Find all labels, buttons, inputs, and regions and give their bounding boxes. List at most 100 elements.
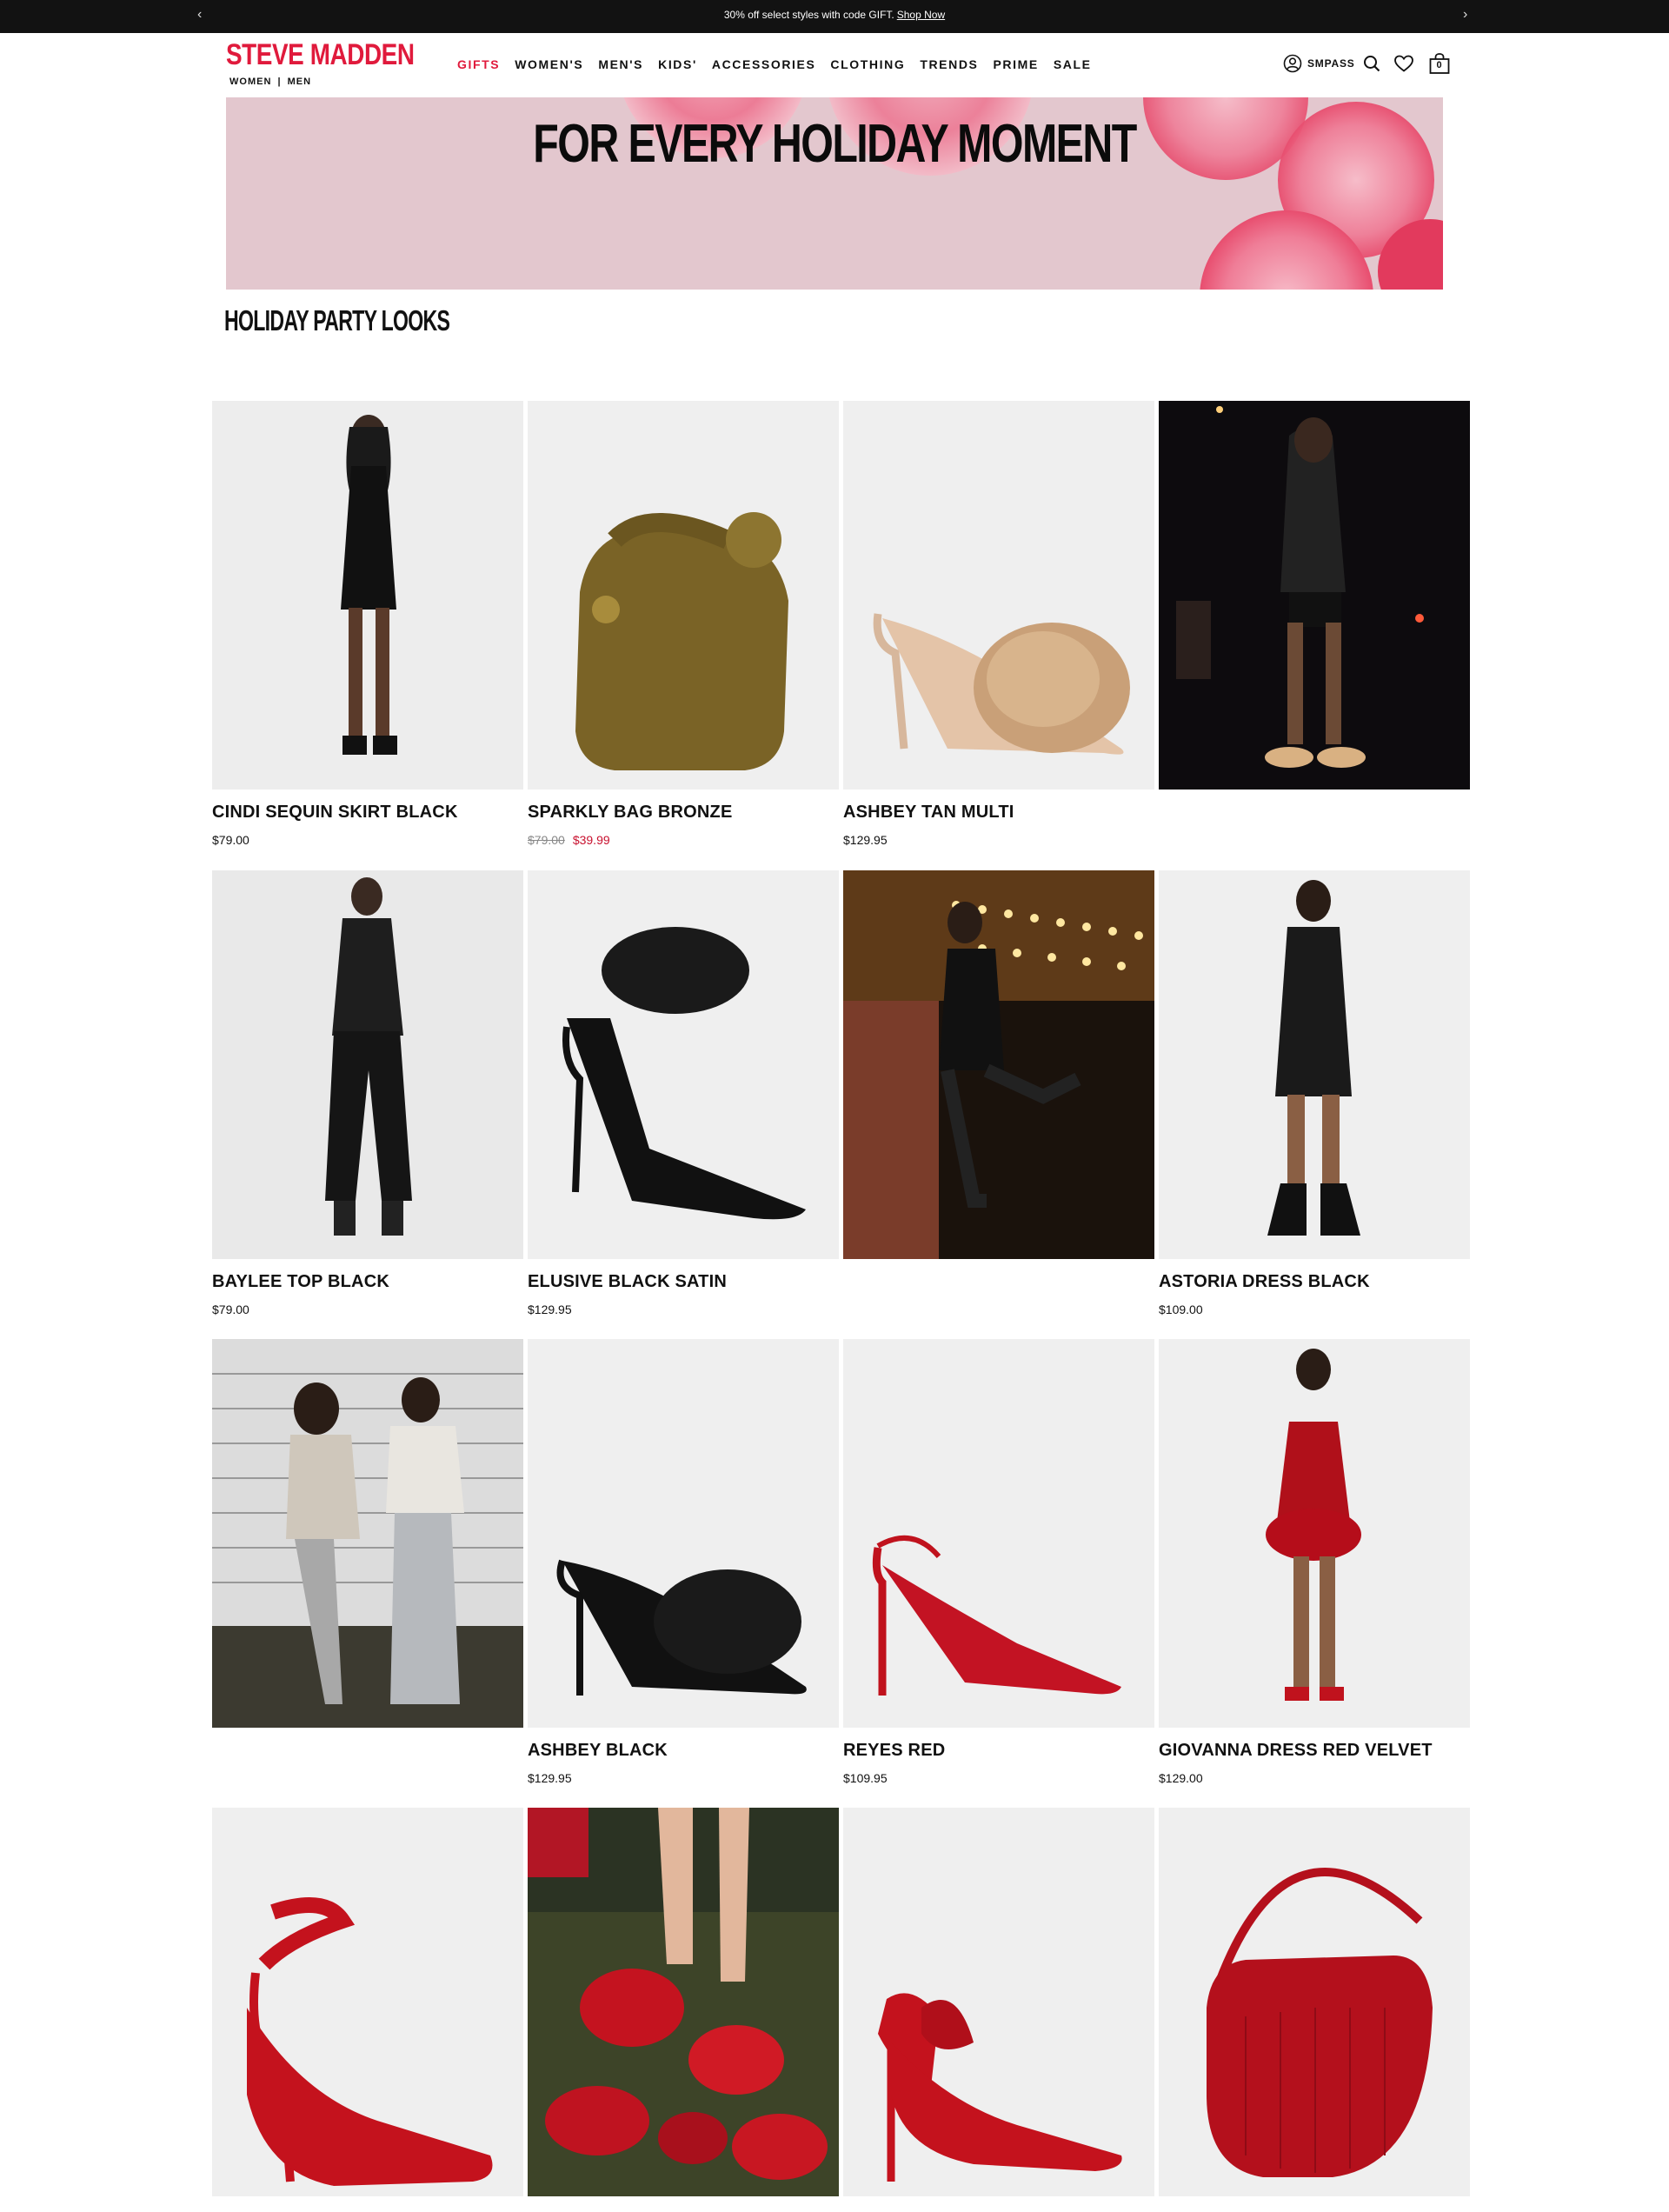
lifestyle-tile — [528, 1808, 839, 2196]
product-image[interactable] — [843, 401, 1154, 790]
bag-button[interactable]: 0 — [1428, 52, 1451, 75]
promo-next-arrow[interactable]: › — [1463, 7, 1467, 23]
product-tile: ASTORIA DRESS BLACK $109.00 — [1159, 870, 1470, 1316]
original-price: $79.00 — [528, 833, 565, 847]
promo-message: 30% off select styles with code GIFT. Sho… — [0, 9, 1669, 21]
promo-text: 30% off select styles with code GIFT. — [723, 9, 894, 21]
black-feather-heel-mule-image — [528, 1339, 839, 1728]
nav-accessories[interactable]: ACCESSORIES — [712, 57, 816, 71]
product-price: $109.95 — [843, 1771, 888, 1785]
lifestyle-tile — [212, 1339, 523, 1728]
main-nav: GIFTS WOMEN'S MEN'S KIDS' ACCESSORIES CL… — [457, 57, 1092, 71]
product-name[interactable]: ASHBEY BLACK — [528, 1741, 839, 1761]
nav-trends[interactable]: TRENDS — [920, 57, 978, 71]
nav-prime[interactable]: PRIME — [993, 57, 1038, 71]
product-name[interactable]: REYES RED — [843, 1741, 1154, 1761]
search-icon[interactable] — [1362, 54, 1381, 73]
lifestyle-image[interactable] — [528, 1808, 839, 2196]
smpass-label: SMPASS — [1307, 57, 1355, 70]
lifestyle-image[interactable] — [212, 1339, 523, 1728]
model-black-mini-dress-image — [1159, 870, 1470, 1259]
bag-count: 0 — [1436, 60, 1442, 70]
red-bow-pump-image — [843, 1808, 1154, 2196]
red-patent-slingback-image — [843, 1339, 1154, 1728]
product-image[interactable] — [528, 401, 839, 790]
lifestyle-theater-marquee-image — [843, 870, 1154, 1259]
product-price: $129.00 — [1159, 1771, 1203, 1785]
product-tile: ASHBEY TAN MULTI $129.95 — [843, 401, 1154, 847]
product-tile: CINDI SEQUIN SKIRT BLACK $79.00 — [212, 401, 523, 847]
lifestyle-tile — [1159, 401, 1470, 790]
product-name[interactable]: BAYLEE TOP BLACK — [212, 1272, 523, 1292]
product-price: $129.95 — [528, 1303, 572, 1316]
gender-separator: | — [277, 77, 282, 87]
lifestyle-friends-tile-wall-image — [212, 1339, 523, 1728]
red-croc-shoulder-bag-image — [1159, 1808, 1470, 2196]
product-image[interactable] — [528, 1339, 839, 1728]
product-name[interactable]: ASTORIA DRESS BLACK — [1159, 1272, 1470, 1292]
product-image[interactable] — [528, 870, 839, 1259]
product-tile: BAYLEE TOP BLACK $79.00 — [212, 870, 523, 1316]
lifestyle-image[interactable] — [1159, 401, 1470, 790]
lifestyle-image[interactable] — [843, 870, 1154, 1259]
product-tile — [1159, 1808, 1470, 2196]
lifestyle-night-street-image — [1159, 401, 1470, 790]
product-name[interactable]: SPARKLY BAG BRONZE — [528, 803, 839, 823]
product-image[interactable] — [1159, 1808, 1470, 2196]
promo-shop-now-link[interactable]: Shop Now — [897, 9, 945, 21]
product-tile: SPARKLY BAG BRONZE $79.00 $39.99 — [528, 401, 839, 847]
model-red-velvet-dress-image — [1159, 1339, 1470, 1728]
product-price: $129.95 — [843, 833, 888, 847]
product-image[interactable] — [212, 1808, 523, 2196]
promo-bar: ‹ 30% off select styles with code GIFT. S… — [0, 0, 1669, 33]
product-image[interactable] — [843, 1808, 1154, 2196]
product-tile — [212, 1808, 523, 2196]
sale-price: $39.99 — [572, 833, 610, 847]
product-name[interactable]: ELUSIVE BLACK SATIN — [528, 1272, 839, 1292]
product-tile — [843, 1808, 1154, 2196]
gender-women-link[interactable]: WOMEN — [229, 77, 271, 87]
gender-switch: WOMEN | MEN — [229, 77, 311, 87]
product-image[interactable] — [1159, 1339, 1470, 1728]
product-tile: GIOVANNA DRESS RED VELVET $129.00 — [1159, 1339, 1470, 1785]
product-tile: REYES RED $109.95 — [843, 1339, 1154, 1785]
product-price: $129.95 — [528, 1771, 572, 1785]
product-image[interactable] — [843, 1339, 1154, 1728]
product-image[interactable] — [212, 401, 523, 790]
lifestyle-tile — [843, 870, 1154, 1259]
nav-gifts[interactable]: GIFTS — [457, 57, 500, 71]
hero-banner[interactable]: FOR EVERY HOLIDAY MOMENT — [226, 97, 1443, 290]
header-tools: SMPASS 0 — [1283, 52, 1451, 75]
lifestyle-red-shoes-pile-image — [528, 1808, 839, 2196]
product-price: $109.00 — [1159, 1303, 1203, 1316]
product-name[interactable]: GIOVANNA DRESS RED VELVET — [1159, 1741, 1470, 1761]
gender-men-link[interactable]: MEN — [288, 77, 311, 87]
heart-icon[interactable] — [1393, 54, 1414, 73]
nav-sale[interactable]: SALE — [1054, 57, 1092, 71]
product-price: $79.00 — [212, 1303, 249, 1316]
smpass-button[interactable]: SMPASS — [1283, 54, 1355, 73]
product-image[interactable] — [1159, 870, 1470, 1259]
product-tile: ASHBEY BLACK $129.95 — [528, 1339, 839, 1785]
model-lace-top-leather-pants-image — [212, 870, 523, 1259]
red-satin-wrap-heel-image — [212, 1808, 523, 2196]
account-icon — [1283, 54, 1302, 73]
nav-womens[interactable]: WOMEN'S — [515, 57, 583, 71]
brand-logo[interactable]: STEVE MADDEN — [226, 38, 415, 72]
tan-feather-heel-mule-image — [843, 401, 1154, 790]
black-feather-ankle-pump-image — [528, 870, 839, 1259]
nav-clothing[interactable]: CLOTHING — [830, 57, 905, 71]
nav-kids[interactable]: KIDS' — [658, 57, 697, 71]
site-header: STEVE MADDEN WOMEN | MEN GIFTS WOMEN'S M… — [0, 33, 1669, 97]
product-price: $79.00 — [212, 833, 249, 847]
hero-title: FOR EVERY HOLIDAY MOMENT — [533, 114, 1137, 174]
product-name[interactable]: CINDI SEQUIN SKIRT BLACK — [212, 803, 523, 823]
product-name[interactable]: ASHBEY TAN MULTI — [843, 803, 1154, 823]
model-black-sequin-outfit-image — [212, 401, 523, 790]
bronze-sparkly-bag-image — [528, 401, 839, 790]
section-title: HOLIDAY PARTY LOOKS — [224, 304, 450, 336]
product-image[interactable] — [212, 870, 523, 1259]
product-price: $79.00 $39.99 — [528, 833, 839, 847]
nav-mens[interactable]: MEN'S — [598, 57, 643, 71]
product-tile: ELUSIVE BLACK SATIN $129.95 — [528, 870, 839, 1316]
